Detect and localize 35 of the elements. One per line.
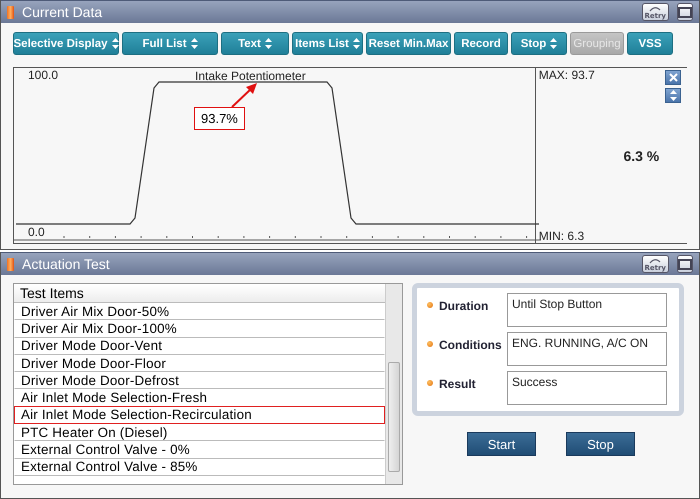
toolbar-button[interactable]: Reset Min.Max bbox=[366, 32, 451, 55]
field-label: Duration bbox=[439, 299, 490, 313]
toolbar-button[interactable]: Text bbox=[221, 32, 289, 55]
value-field: Until Stop Button bbox=[507, 293, 667, 327]
field-label: Result bbox=[439, 377, 477, 391]
toolbar-button[interactable]: VSS bbox=[627, 32, 673, 55]
list-header: Test Items bbox=[14, 284, 385, 303]
list-item[interactable]: Driver Mode Door-Floor bbox=[14, 354, 385, 372]
list-item[interactable]: Driver Mode Door-Defrost bbox=[14, 371, 385, 390]
list-item[interactable]: External Control Valve - 85% bbox=[14, 458, 385, 476]
list-item[interactable]: Driver Air Mix Door-50% bbox=[14, 302, 385, 320]
toolbar-button[interactable]: Items List bbox=[292, 32, 363, 55]
list-item[interactable]: External Control Valve - 0% bbox=[14, 440, 385, 459]
list-item[interactable]: PTC Heater On (Diesel) bbox=[14, 423, 385, 442]
list-item[interactable]: Driver Mode Door-Vent bbox=[14, 336, 385, 355]
panel-title: Actuation Test bbox=[22, 256, 111, 272]
list-item[interactable]: Driver Air Mix Door-100% bbox=[14, 319, 385, 338]
toolbar-button[interactable]: Record bbox=[454, 32, 508, 55]
min-value: MIN: 6.3 bbox=[538, 229, 586, 243]
toolbar-button[interactable]: Selective Display bbox=[13, 32, 119, 55]
field-label: Conditions bbox=[439, 338, 501, 352]
value-field: ENG. RUNNING, A/C ON bbox=[507, 332, 667, 366]
action-button[interactable]: Stop bbox=[566, 432, 635, 456]
toolbar-button[interactable]: Stop bbox=[511, 32, 567, 55]
max-value: MAX: 93.7 bbox=[538, 68, 596, 82]
list-item[interactable]: Air Inlet Mode Selection-Recirculation bbox=[14, 406, 385, 424]
axis-label: 0.0 bbox=[28, 225, 45, 239]
toolbar-button[interactable]: Full List bbox=[122, 32, 218, 55]
chart-title: Intake Potentiometer bbox=[195, 69, 306, 83]
current-value: 6.3 % bbox=[623, 148, 660, 164]
axis-label: 100.0 bbox=[28, 68, 58, 82]
value-callout: 93.7% bbox=[194, 107, 245, 130]
value-field: Success bbox=[507, 371, 667, 405]
panel-title: Current Data bbox=[22, 4, 104, 20]
action-button[interactable]: Start bbox=[467, 432, 536, 456]
